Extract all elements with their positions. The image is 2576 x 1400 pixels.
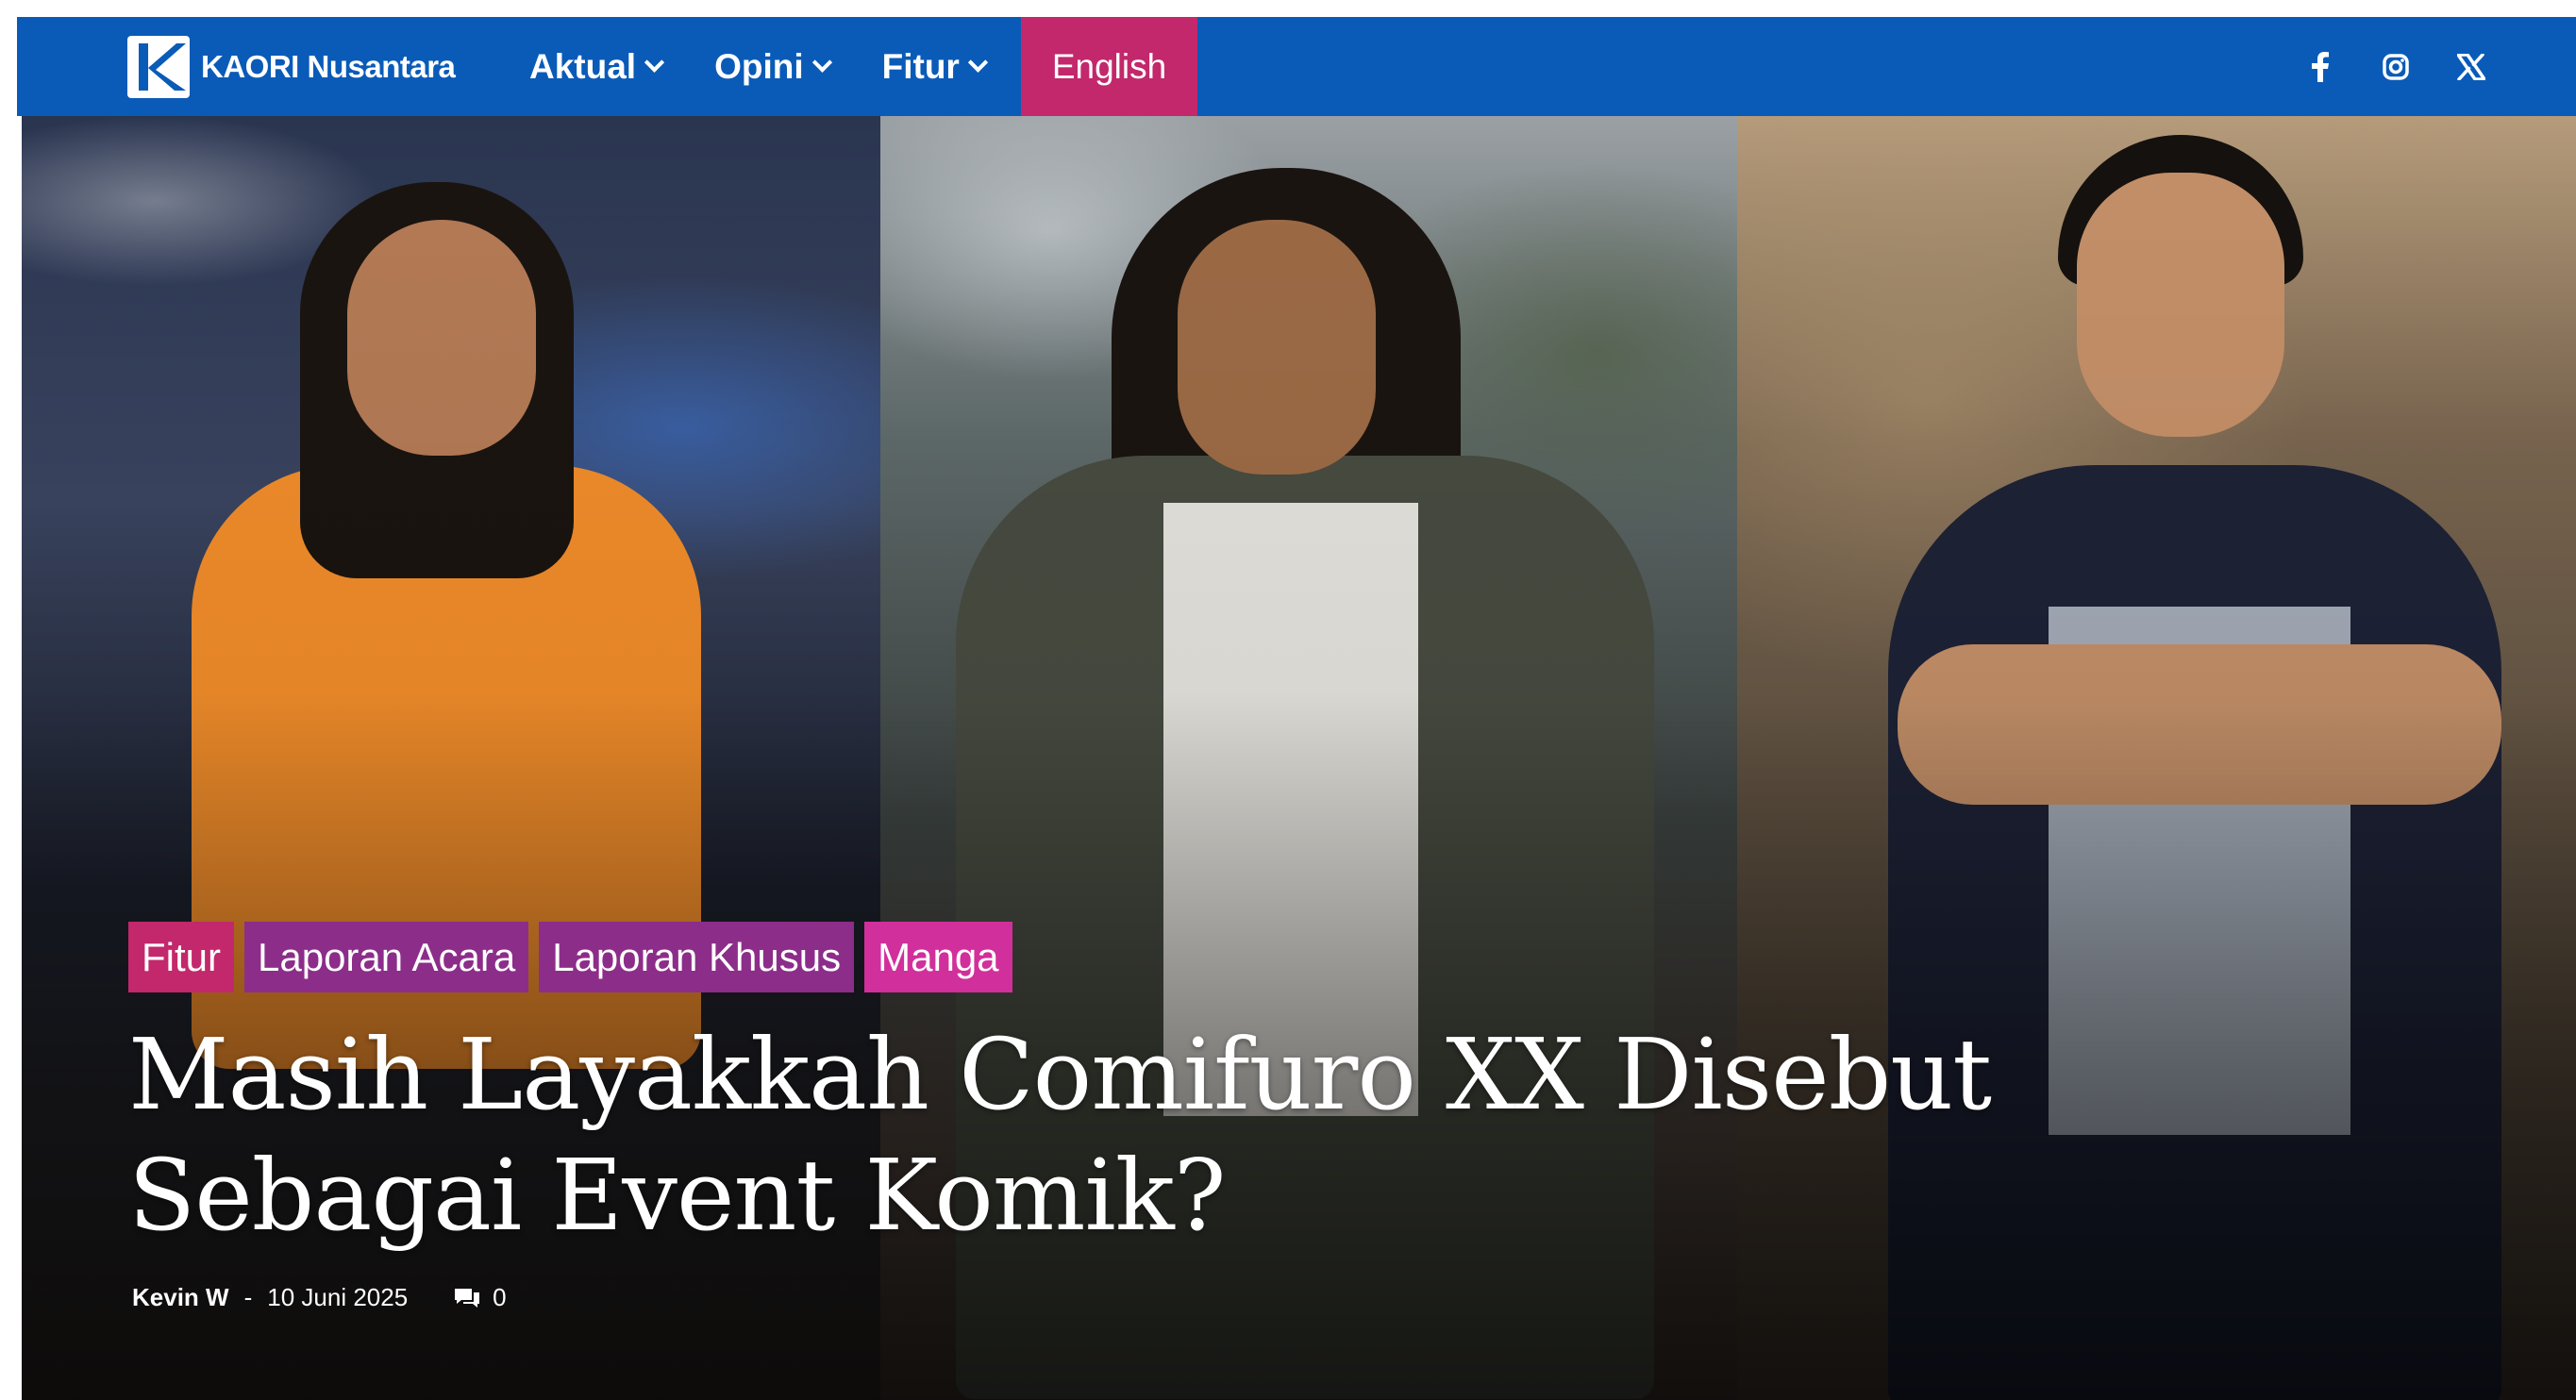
facebook-icon[interactable] [2305,51,2335,82]
chevron-down-icon [644,52,665,73]
comments-link[interactable]: 0 [453,1283,507,1312]
nav-item-aktual[interactable]: Aktual [503,17,688,116]
article-title-line-1: Masih Layakkah Comifuro XX Disebut [128,1017,1992,1132]
tag-fitur[interactable]: Fitur [128,922,234,992]
article-title[interactable]: Masih Layakkah Comifuro XX Disebut Sebag… [128,1014,2016,1256]
article-meta: Kevin W - 10 Juni 2025 0 [132,1283,507,1312]
nav-label: Aktual [529,46,637,86]
top-navbar: KAORI Nusantara Aktual Opini Fitur Engli… [17,17,2576,116]
meta-separator: - [243,1283,253,1311]
page: KAORI Nusantara Aktual Opini Fitur Engli… [0,0,2576,1400]
tag-laporan-acara[interactable]: Laporan Acara [244,922,529,992]
site-name: KAORI Nusantara [201,49,456,84]
article-tags: Fitur Laporan Acara Laporan Khusus Manga [128,922,1012,992]
nav-label: Fitur [881,46,960,86]
nav-item-fitur[interactable]: Fitur [856,17,1012,116]
instagram-icon[interactable] [2381,52,2411,82]
main-menu: Aktual Opini Fitur English [503,17,1198,116]
article-author[interactable]: Kevin W [132,1283,229,1312]
comments-icon [455,1288,480,1308]
chevron-down-icon [811,52,832,73]
social-links [2305,17,2486,116]
chevron-down-icon [967,52,988,73]
nav-item-opini[interactable]: Opini [688,17,856,116]
nav-label: Opini [714,46,804,86]
tag-laporan-khusus[interactable]: Laporan Khusus [539,922,855,992]
tag-manga[interactable]: Manga [864,922,1012,992]
nav-item-english[interactable]: English [1020,17,1198,116]
article-title-line-2: Sebagai Event Komik? [128,1138,1226,1253]
site-logo[interactable]: KAORI Nusantara [127,36,456,98]
x-twitter-icon[interactable] [2456,52,2486,82]
kaori-k-logo-icon [127,36,190,98]
article-date: 10 Juni 2025 [267,1283,409,1311]
comment-count: 0 [493,1283,507,1311]
